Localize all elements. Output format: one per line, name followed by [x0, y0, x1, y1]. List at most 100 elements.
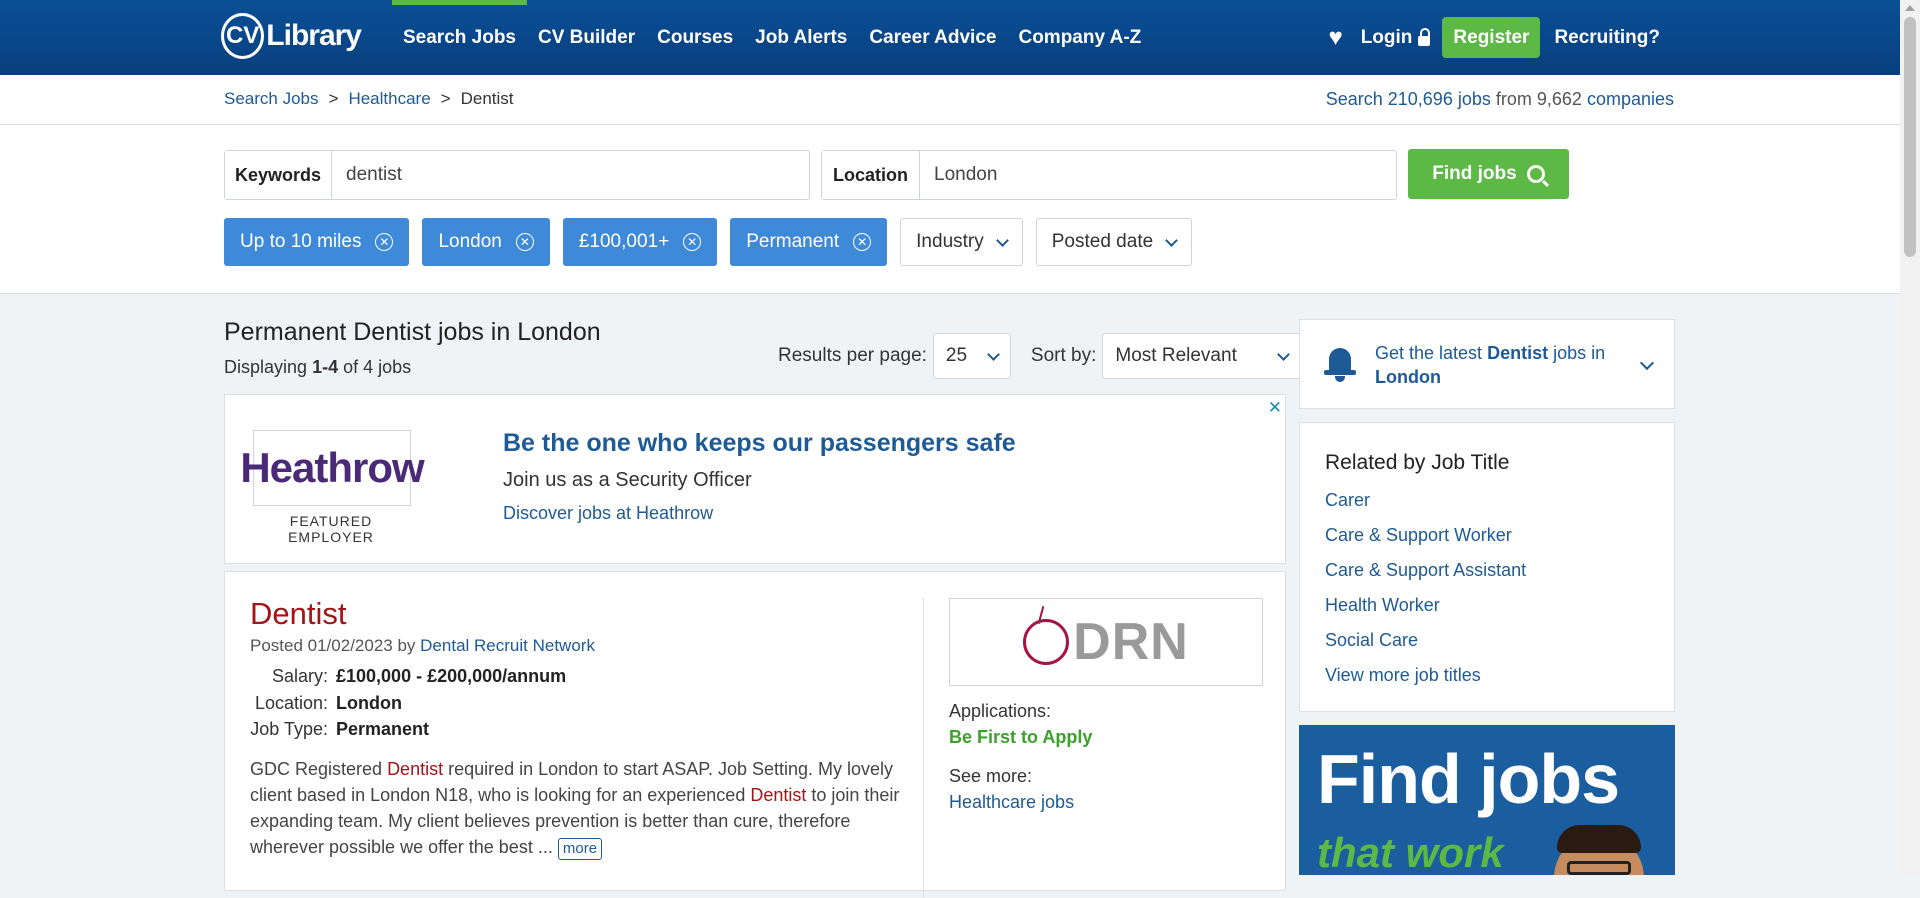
- bell-icon: [1322, 344, 1358, 384]
- ad-headline[interactable]: Be the one who keeps our passengers safe: [503, 429, 1016, 458]
- job-posted-info: Posted 01/02/2023 by Dental Recruit Netw…: [250, 636, 595, 656]
- breadcrumb-current: Dentist: [460, 89, 514, 108]
- job-location-row: Location: London: [250, 693, 402, 714]
- job-desc-highlight: Dentist: [750, 785, 807, 805]
- login-label: Login: [1360, 26, 1413, 48]
- healthcare-jobs-link[interactable]: Healthcare jobs: [949, 792, 1074, 813]
- ad-subline: Join us as a Security Officer: [503, 469, 752, 491]
- alert-location: London: [1375, 367, 1441, 387]
- banner-person-glasses: [1567, 861, 1631, 875]
- per-page-label: Results per page:: [778, 345, 927, 366]
- heathrow-logo[interactable]: Heathrow: [240, 430, 425, 506]
- find-jobs-banner[interactable]: Find jobs that work: [1299, 725, 1675, 875]
- sort-select[interactable]: Most Relevant: [1102, 333, 1302, 379]
- recruiting-link[interactable]: Recruiting?: [1554, 27, 1660, 49]
- job-card-divider: [923, 598, 924, 898]
- nav-company-a-z[interactable]: Company A-Z: [1007, 0, 1152, 75]
- job-location-label: Location:: [254, 693, 328, 713]
- ad-discover-link[interactable]: Discover jobs at Heathrow: [503, 503, 713, 524]
- alert-prefix: Get the latest: [1375, 343, 1483, 363]
- login-link[interactable]: Login: [1361, 27, 1431, 49]
- industry-dropdown[interactable]: Industry: [900, 218, 1023, 266]
- results-count-prefix: Displaying: [224, 357, 308, 377]
- stats-prefix[interactable]: Search: [1326, 89, 1383, 109]
- scroll-up-arrow-icon[interactable]: [1905, 5, 1915, 11]
- chevron-down-icon[interactable]: [1639, 355, 1655, 371]
- job-alert-text: Get the latest Dentist jobs in London: [1375, 341, 1615, 389]
- breadcrumb-healthcare[interactable]: Healthcare: [348, 89, 430, 108]
- register-button[interactable]: Register: [1442, 17, 1541, 58]
- job-company-link[interactable]: Dental Recruit Network: [420, 636, 595, 655]
- lock-icon: [1418, 27, 1431, 46]
- posted-date-dropdown[interactable]: Posted date: [1035, 218, 1193, 266]
- nav-job-alerts[interactable]: Job Alerts: [744, 0, 858, 75]
- job-posted-date: Posted 01/02/2023 by: [250, 636, 416, 655]
- job-salary-row: Salary: £100,000 - £200,000/annum: [250, 666, 566, 687]
- results-count-suffix: of 4 jobs: [343, 357, 412, 377]
- close-icon[interactable]: ✕: [515, 233, 534, 251]
- stats-jobs-link[interactable]: 210,696 jobs: [1388, 89, 1491, 109]
- posted-date-dropdown-label: Posted date: [1051, 231, 1154, 252]
- close-icon[interactable]: ✕: [683, 233, 702, 251]
- find-jobs-button[interactable]: Find jobs: [1408, 149, 1569, 199]
- nav-cv-builder[interactable]: CV Builder: [527, 0, 646, 75]
- page-scrollbar[interactable]: [1900, 0, 1920, 875]
- per-page-select[interactable]: 25: [932, 333, 1011, 379]
- related-title: Related by Job Title: [1325, 451, 1510, 474]
- job-salary-label: Salary:: [271, 666, 328, 686]
- breadcrumb-search-jobs[interactable]: Search Jobs: [224, 89, 319, 108]
- location-field: Location: [821, 150, 1397, 200]
- location-input[interactable]: [920, 151, 1396, 199]
- filter-chip-location[interactable]: London ✕: [422, 218, 550, 266]
- related-link-care-support-worker[interactable]: Care & Support Worker: [1325, 525, 1512, 545]
- view-more-job-titles-link[interactable]: View more job titles: [1325, 665, 1481, 685]
- nav-career-advice[interactable]: Career Advice: [858, 0, 1007, 75]
- related-link-social-care[interactable]: Social Care: [1325, 630, 1418, 650]
- stats-companies-count: 9,662: [1536, 89, 1582, 109]
- keywords-input[interactable]: [332, 151, 809, 199]
- nav-search-jobs[interactable]: Search Jobs: [392, 0, 527, 75]
- nav-courses[interactable]: Courses: [646, 0, 744, 75]
- stats-middle: from: [1495, 89, 1532, 109]
- stats-companies-link[interactable]: companies: [1587, 89, 1674, 109]
- job-type-row: Job Type: Permanent: [250, 719, 429, 740]
- job-desc-highlight: Dentist: [387, 759, 444, 779]
- alert-keyword: Dentist: [1487, 343, 1549, 363]
- breadcrumb-bar: Search Jobs > Healthcare > Dentist Search 21…: [0, 75, 1900, 125]
- applications-label: Applications:: [949, 701, 1052, 721]
- job-alert-box[interactable]: Get the latest Dentist jobs in London: [1299, 319, 1675, 409]
- keywords-label: Keywords: [225, 151, 332, 199]
- more-button[interactable]: more: [557, 838, 603, 860]
- location-label: Location: [822, 151, 920, 199]
- top-navigation-bar: CV Library Search Jobs CV Builder Course…: [0, 0, 1900, 75]
- logo-cv-mark: CV: [221, 13, 265, 59]
- job-title-link[interactable]: Dentist: [250, 596, 346, 632]
- logo-library-text: Library: [266, 19, 362, 52]
- chevron-down-icon: [995, 233, 1009, 247]
- filter-chip-salary[interactable]: £100,001+ ✕: [562, 218, 718, 266]
- results-count: Displaying 1-4 of 4 jobs: [224, 357, 411, 378]
- close-icon[interactable]: ✕: [1268, 398, 1282, 418]
- filter-chip-job-type[interactable]: Permanent ✕: [730, 218, 888, 266]
- job-salary-value: £100,000 - £200,000/annum: [336, 666, 567, 686]
- drn-logo-text: DRN: [1073, 613, 1189, 671]
- job-description: GDC Registered Dentist required in Londo…: [250, 756, 900, 860]
- drn-company-logo[interactable]: DRN: [949, 598, 1263, 686]
- per-page-value: 25: [945, 345, 968, 366]
- results-count-range: 1-4: [312, 357, 339, 377]
- related-link-health-worker[interactable]: Health Worker: [1325, 595, 1440, 615]
- heart-icon[interactable]: ♥: [1328, 24, 1342, 52]
- sort-value: Most Relevant: [1115, 345, 1237, 366]
- job-card: Dentist Posted 01/02/2023 by Dental Recr…: [224, 571, 1286, 898]
- close-icon[interactable]: ✕: [853, 233, 872, 251]
- filter-chip-distance[interactable]: Up to 10 miles ✕: [224, 218, 410, 266]
- search-panel: Keywords Location Find jobs Up to 10 mil…: [0, 125, 1900, 294]
- related-link-care-support-assistant[interactable]: Care & Support Assistant: [1325, 560, 1526, 580]
- close-icon[interactable]: ✕: [375, 233, 394, 251]
- job-type-value: Permanent: [336, 719, 430, 739]
- cv-library-logo[interactable]: CV Library: [221, 11, 362, 61]
- job-desc-ellipsis: ...: [537, 837, 553, 857]
- related-link-carer[interactable]: Carer: [1325, 490, 1370, 510]
- featured-employer-ad[interactable]: Heathrow FEATURED EMPLOYER Be the one wh…: [224, 394, 1286, 564]
- scrollbar-thumb[interactable]: [1904, 17, 1916, 257]
